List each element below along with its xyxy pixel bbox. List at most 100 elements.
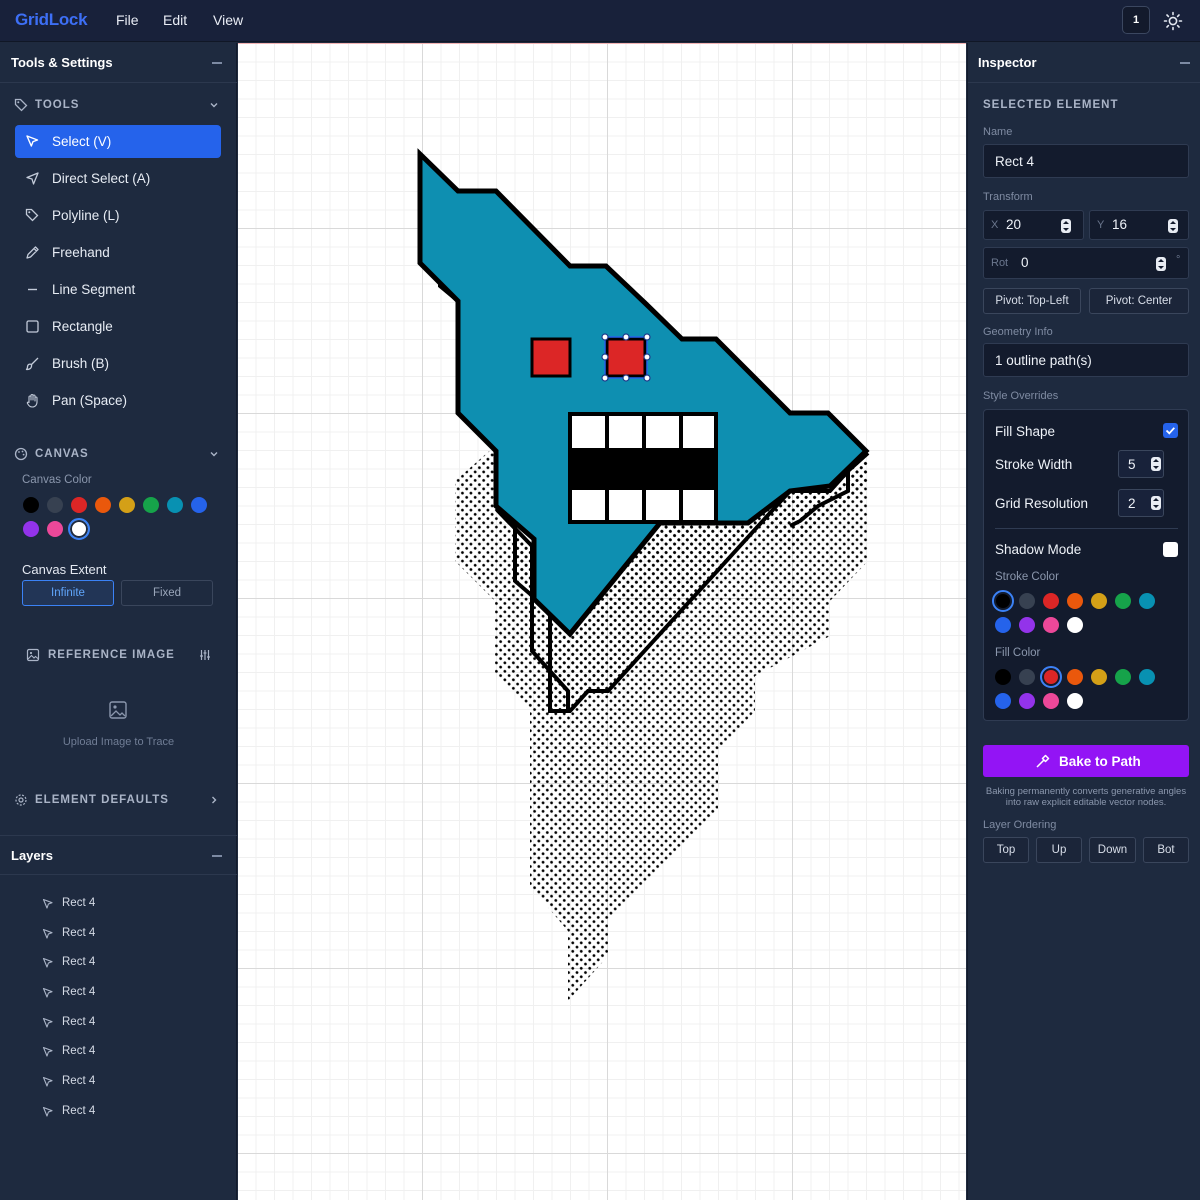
rotation-field[interactable]: Rot 0 ° (983, 247, 1189, 279)
canvas-swatch-orange[interactable] (95, 497, 111, 513)
stroke-swatch-pink[interactable] (1043, 617, 1059, 633)
tool-label: Select (V) (52, 134, 112, 149)
tools-section-header[interactable]: TOOLS (0, 96, 237, 116)
mouth[interactable] (568, 412, 718, 524)
y-field[interactable]: Y 16 (1089, 210, 1189, 240)
tool-pan[interactable]: Pan (Space) (15, 384, 221, 417)
left-eye[interactable] (530, 337, 572, 378)
x-field[interactable]: X 20 (983, 210, 1084, 240)
fill-swatch-blue[interactable] (995, 693, 1011, 709)
tools-panel-header: Tools & Settings (0, 43, 237, 83)
canvas-swatch-blue[interactable] (191, 497, 207, 513)
stroke-swatch-green[interactable] (1115, 593, 1131, 609)
stepper-icon[interactable] (1061, 219, 1071, 233)
canvas-swatch-black[interactable] (23, 497, 39, 513)
fill-swatch-orange[interactable] (1067, 669, 1083, 685)
tool-polyline[interactable]: Polyline (L) (15, 199, 221, 232)
sun-icon[interactable] (1163, 11, 1183, 31)
defaults-section-header[interactable]: ELEMENT DEFAULTS (0, 791, 237, 811)
canvas-swatch-teal[interactable] (167, 497, 183, 513)
fill-swatch-teal[interactable] (1139, 669, 1155, 685)
fill-swatch-white[interactable] (1067, 693, 1083, 709)
stepper-icon[interactable] (1151, 457, 1161, 471)
count-badge[interactable]: 1 (1122, 6, 1150, 34)
canvas-swatch-purple[interactable] (23, 521, 39, 537)
stroke-swatch-orange[interactable] (1067, 593, 1083, 609)
order-down-button[interactable]: Down (1089, 837, 1136, 863)
extent-infinite-button[interactable]: Infinite (22, 580, 114, 606)
tool-line-segment[interactable]: Line Segment (15, 273, 221, 306)
menu-file[interactable]: File (116, 12, 139, 28)
stepper-icon[interactable] (1168, 219, 1178, 233)
layer-item[interactable]: Rect 4 (42, 1074, 222, 1090)
layer-item[interactable]: Rect 4 (42, 1104, 222, 1120)
order-up-button[interactable]: Up (1036, 837, 1082, 863)
stepper-icon[interactable] (1156, 257, 1166, 271)
layer-item[interactable]: Rect 4 (42, 985, 222, 1001)
tool-rectangle[interactable]: Rectangle (15, 310, 221, 343)
layer-item[interactable]: Rect 4 (42, 926, 222, 942)
canvas-swatch-green[interactable] (143, 497, 159, 513)
stroke-swatch-red[interactable] (1043, 593, 1059, 609)
fill-swatch-slate[interactable] (1019, 669, 1035, 685)
layer-item[interactable]: Rect 4 (42, 955, 222, 971)
menu-edit[interactable]: Edit (163, 12, 187, 28)
style-overrides-box: Fill Shape Stroke Width 5 Grid Resolutio… (983, 409, 1189, 721)
stroke-swatch-blue[interactable] (995, 617, 1011, 633)
cursor-icon (42, 1046, 53, 1057)
fill-swatch-red[interactable] (1040, 666, 1062, 688)
name-field[interactable]: Rect 4 (983, 144, 1189, 178)
layer-item[interactable]: Rect 4 (42, 1015, 222, 1031)
canvas-swatch-slate[interactable] (47, 497, 63, 513)
upload-image-label[interactable]: Upload Image to Trace (0, 736, 237, 748)
stroke-swatch-yellow[interactable] (1091, 593, 1107, 609)
collapse-icon[interactable] (212, 62, 222, 64)
collapse-icon[interactable] (212, 855, 222, 857)
tool-direct-select[interactable]: Direct Select (A) (15, 162, 221, 195)
tool-brush[interactable]: Brush (B) (15, 347, 221, 380)
pivot-center-button[interactable]: Pivot: Center (1089, 288, 1189, 314)
stroke-width-input[interactable]: 5 (1118, 450, 1164, 478)
canvas-swatch-white[interactable] (68, 518, 90, 540)
stepper-icon[interactable] (1151, 496, 1161, 510)
y-prefix: Y (1097, 219, 1105, 231)
stroke-swatch-slate[interactable] (1019, 593, 1035, 609)
canvas-swatch-pink[interactable] (47, 521, 63, 537)
grid-resolution-input[interactable]: 2 (1118, 489, 1164, 517)
polyline-icon (25, 208, 39, 222)
bake-to-path-button[interactable]: Bake to Path (983, 745, 1189, 777)
fill-swatch-yellow[interactable] (1091, 669, 1107, 685)
tool-select[interactable]: Select (V) (15, 125, 221, 158)
fill-shape-checkbox[interactable] (1163, 423, 1178, 438)
shadow-mode-checkbox[interactable] (1163, 542, 1178, 557)
fill-swatch-pink[interactable] (1043, 693, 1059, 709)
canvas-swatch-yellow[interactable] (119, 497, 135, 513)
stroke-swatch-white[interactable] (1067, 617, 1083, 633)
artwork[interactable] (238, 44, 966, 1200)
order-bottom-button[interactable]: Bot (1143, 837, 1189, 863)
tool-freehand[interactable]: Freehand (15, 236, 221, 269)
cursor-icon (42, 957, 53, 968)
menu-view[interactable]: View (213, 12, 243, 28)
extent-fixed-button[interactable]: Fixed (121, 580, 213, 606)
upload-image-icon[interactable] (108, 700, 128, 720)
fill-swatch-green[interactable] (1115, 669, 1131, 685)
fill-swatch-black[interactable] (995, 669, 1011, 685)
layer-item[interactable]: Rect 4 (42, 1044, 222, 1060)
stroke-swatch-teal[interactable] (1139, 593, 1155, 609)
canvas-swatch-red[interactable] (71, 497, 87, 513)
fill-swatch-purple[interactable] (1019, 693, 1035, 709)
tool-label: Rectangle (52, 319, 113, 334)
reference-section-header[interactable]: REFERENCE IMAGE (0, 646, 237, 666)
layer-item[interactable]: Rect 4 (42, 896, 222, 912)
stroke-swatch-black[interactable] (992, 590, 1014, 612)
pivot-top-left-button[interactable]: Pivot: Top-Left (983, 288, 1081, 314)
stroke-swatch-purple[interactable] (1019, 617, 1035, 633)
canvas-section-header[interactable]: CANVAS (0, 445, 237, 465)
collapse-icon[interactable] (1180, 62, 1190, 64)
sliders-icon[interactable] (199, 649, 211, 661)
order-top-button[interactable]: Top (983, 837, 1029, 863)
right-eye-selected[interactable] (605, 337, 647, 378)
cursor-icon (42, 928, 53, 939)
drawing-canvas[interactable] (238, 43, 966, 1200)
